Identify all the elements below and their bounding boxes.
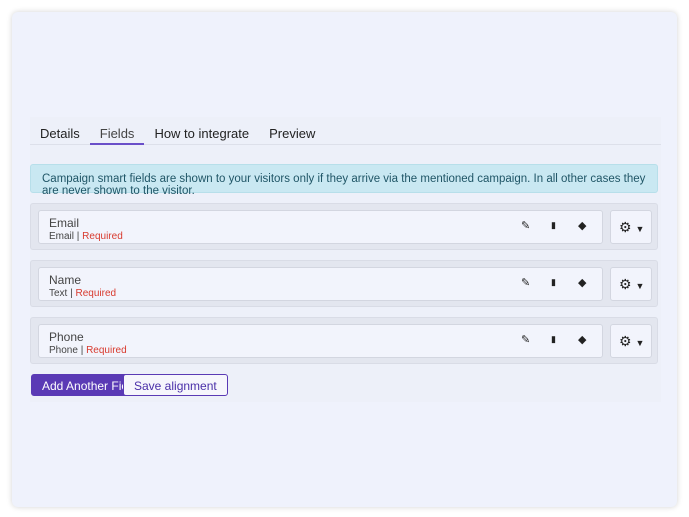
field-item: Name Text | Required ✎ ▮ ◆ bbox=[38, 267, 603, 301]
tab-details[interactable]: Details bbox=[30, 117, 90, 145]
chevron-down-icon: ▼ bbox=[635, 224, 645, 234]
tab-bar: Details Fields How to integrate Preview bbox=[30, 117, 661, 145]
trash-icon[interactable]: ▮ bbox=[551, 220, 556, 231]
field-item: Email Email | Required ✎ ▮ ◆ bbox=[38, 210, 603, 244]
field-row: Name Text | Required ✎ ▮ ◆ ⚙ ▼ bbox=[30, 260, 658, 307]
required-label: Required bbox=[82, 231, 123, 242]
tag-icon[interactable]: ◆ bbox=[578, 219, 586, 232]
field-row: Phone Phone | Required ✎ ▮ ◆ ⚙ ▼ bbox=[30, 317, 658, 364]
field-type: Phone bbox=[49, 345, 78, 356]
field-meta: Phone | Required bbox=[49, 345, 127, 356]
tab-fields[interactable]: Fields bbox=[89, 117, 145, 145]
tab-how-to-integrate[interactable]: How to integrate bbox=[144, 117, 259, 145]
info-alert: Campaign smart fields are shown to your … bbox=[30, 164, 658, 197]
settings-dropdown[interactable]: ⚙ ▼ bbox=[610, 267, 652, 301]
tag-icon[interactable]: ◆ bbox=[578, 333, 586, 346]
save-alignment-button[interactable]: Save alignment bbox=[123, 374, 228, 396]
separator: | bbox=[74, 231, 83, 242]
separator: | bbox=[77, 345, 87, 356]
required-label: Required bbox=[86, 345, 127, 356]
settings-dropdown[interactable]: ⚙ ▼ bbox=[610, 210, 652, 244]
gear-icon: ⚙ bbox=[619, 333, 632, 349]
field-name: Phone bbox=[49, 330, 84, 344]
field-type: Text bbox=[49, 288, 68, 299]
field-meta: Text | Required bbox=[49, 288, 116, 299]
pencil-icon[interactable]: ✎ bbox=[521, 276, 530, 289]
chevron-down-icon: ▼ bbox=[635, 281, 645, 291]
pencil-icon[interactable]: ✎ bbox=[521, 333, 530, 346]
field-meta: Email | Required bbox=[49, 231, 123, 242]
separator: | bbox=[67, 288, 76, 299]
gear-icon: ⚙ bbox=[619, 276, 632, 292]
settings-dropdown[interactable]: ⚙ ▼ bbox=[610, 324, 652, 358]
tag-icon[interactable]: ◆ bbox=[578, 276, 586, 289]
gear-icon: ⚙ bbox=[619, 219, 632, 235]
tab-preview[interactable]: Preview bbox=[259, 117, 325, 145]
field-name: Name bbox=[49, 273, 82, 287]
trash-icon[interactable]: ▮ bbox=[551, 277, 556, 288]
chevron-down-icon: ▼ bbox=[635, 338, 645, 348]
field-item: Phone Phone | Required ✎ ▮ ◆ bbox=[38, 324, 603, 358]
pencil-icon[interactable]: ✎ bbox=[521, 219, 530, 232]
field-type: Email bbox=[49, 231, 75, 242]
field-row: Email Email | Required ✎ ▮ ◆ ⚙ ▼ bbox=[30, 203, 658, 250]
field-name: Email bbox=[49, 216, 80, 230]
required-label: Required bbox=[75, 288, 117, 299]
trash-icon[interactable]: ▮ bbox=[551, 334, 556, 345]
